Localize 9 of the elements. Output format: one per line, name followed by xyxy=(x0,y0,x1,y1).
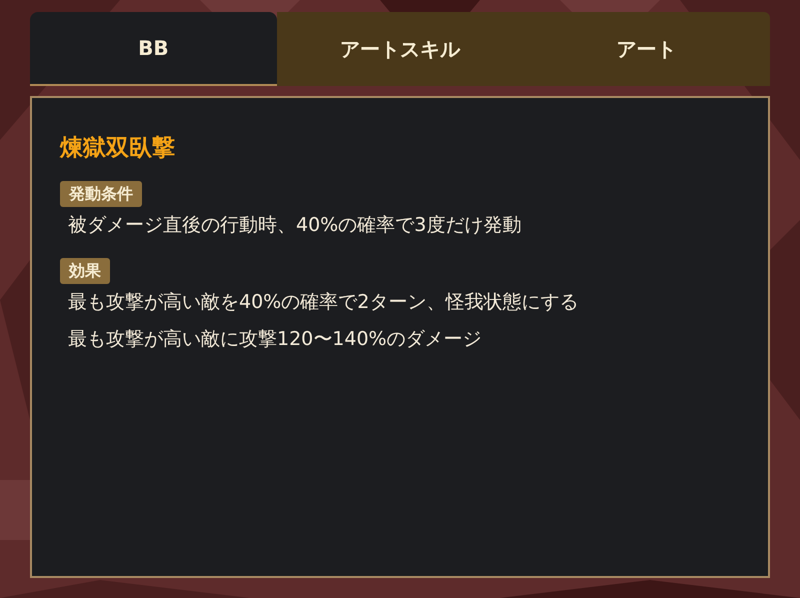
section-label: 効果 xyxy=(60,258,110,284)
tab[interactable]: アート xyxy=(523,12,770,86)
description-text: 最も攻撃が高い敵を40%の確率で2ターン、怪我状態にする xyxy=(68,290,580,315)
tab[interactable]: アートスキル xyxy=(276,12,524,86)
description-text: 被ダメージ直後の行動時、40%の確率で3度だけ発動 xyxy=(68,212,522,238)
tab[interactable]: BB xyxy=(30,12,277,86)
section-label: 発動条件 xyxy=(60,180,142,207)
description-text: 最も攻撃が高い敵に攻撃120〜140%のダメージ xyxy=(68,326,483,352)
skill-title: 煉獄双臥撃 xyxy=(60,134,176,163)
